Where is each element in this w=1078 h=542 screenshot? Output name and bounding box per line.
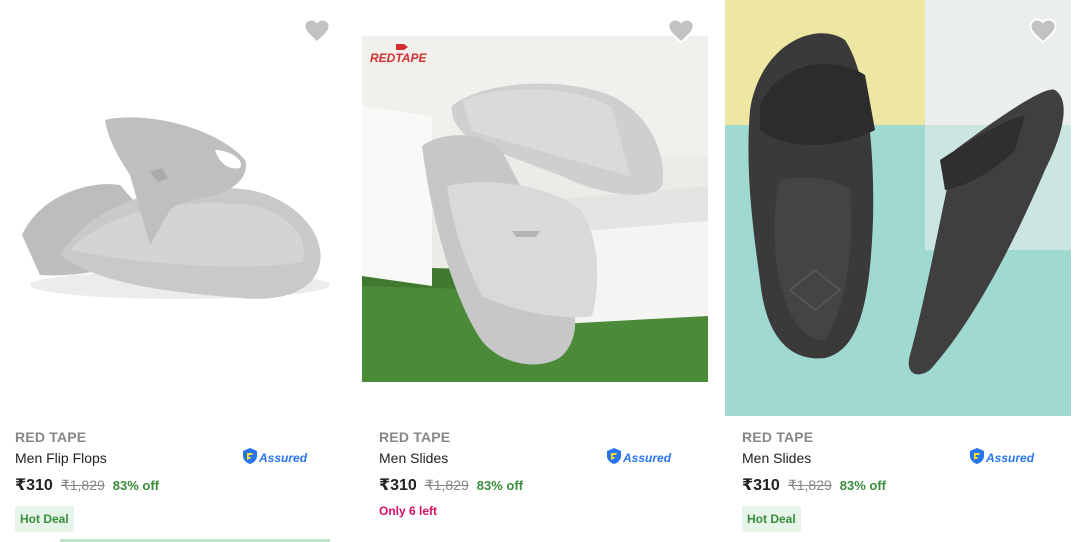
- assured-badge: Assured: [607, 447, 672, 469]
- shield-icon: [243, 447, 257, 469]
- product-mrp: ₹1,829: [424, 477, 469, 493]
- product-discount: 83% off: [839, 478, 887, 493]
- assured-label: Assured: [986, 451, 1035, 465]
- product-price: ₹310: [15, 477, 53, 494]
- heart-icon[interactable]: [666, 16, 696, 46]
- brand-logo: REDTAPE: [370, 51, 427, 65]
- product-info: RED TAPE Men Flip Flops Assured ₹310 ₹1,…: [15, 428, 335, 532]
- assured-badge: Assured: [243, 447, 308, 469]
- product-card[interactable]: RED TAPE Men Slides Assured ₹310 ₹1,829 …: [725, 0, 1078, 542]
- product-brand: RED TAPE: [15, 429, 87, 445]
- product-image[interactable]: [725, 0, 1071, 416]
- product-grid: RED TAPE Men Flip Flops Assured ₹310 ₹1,…: [0, 0, 1078, 542]
- product-card[interactable]: REDTAPE RED TAPE Men Slides Assured ₹310…: [362, 0, 714, 542]
- heart-icon[interactable]: [1028, 16, 1058, 46]
- product-price: ₹310: [742, 477, 780, 494]
- product-discount: 83% off: [112, 478, 160, 493]
- hot-deal-badge: Hot Deal: [15, 506, 74, 532]
- product-discount: 83% off: [476, 478, 524, 493]
- assured-label: Assured: [259, 451, 308, 465]
- product-info: RED TAPE Men Slides Assured ₹310 ₹1,829 …: [379, 428, 699, 520]
- product-info: RED TAPE Men Slides Assured ₹310 ₹1,829 …: [742, 428, 1062, 532]
- shield-icon: [970, 447, 984, 469]
- product-brand: RED TAPE: [742, 429, 814, 445]
- product-brand: RED TAPE: [379, 429, 451, 445]
- product-image[interactable]: [0, 0, 352, 420]
- product-card[interactable]: RED TAPE Men Flip Flops Assured ₹310 ₹1,…: [0, 0, 352, 542]
- product-mrp: ₹1,829: [60, 477, 105, 493]
- product-image[interactable]: REDTAPE: [362, 36, 708, 382]
- assured-label: Assured: [623, 451, 672, 465]
- stock-status: Only 6 left: [379, 504, 438, 518]
- heart-icon[interactable]: [302, 16, 332, 46]
- assured-badge: Assured: [970, 447, 1035, 469]
- hot-deal-badge: Hot Deal: [742, 506, 801, 532]
- product-price: ₹310: [379, 477, 417, 494]
- product-mrp: ₹1,829: [787, 477, 832, 493]
- shield-icon: [607, 447, 621, 469]
